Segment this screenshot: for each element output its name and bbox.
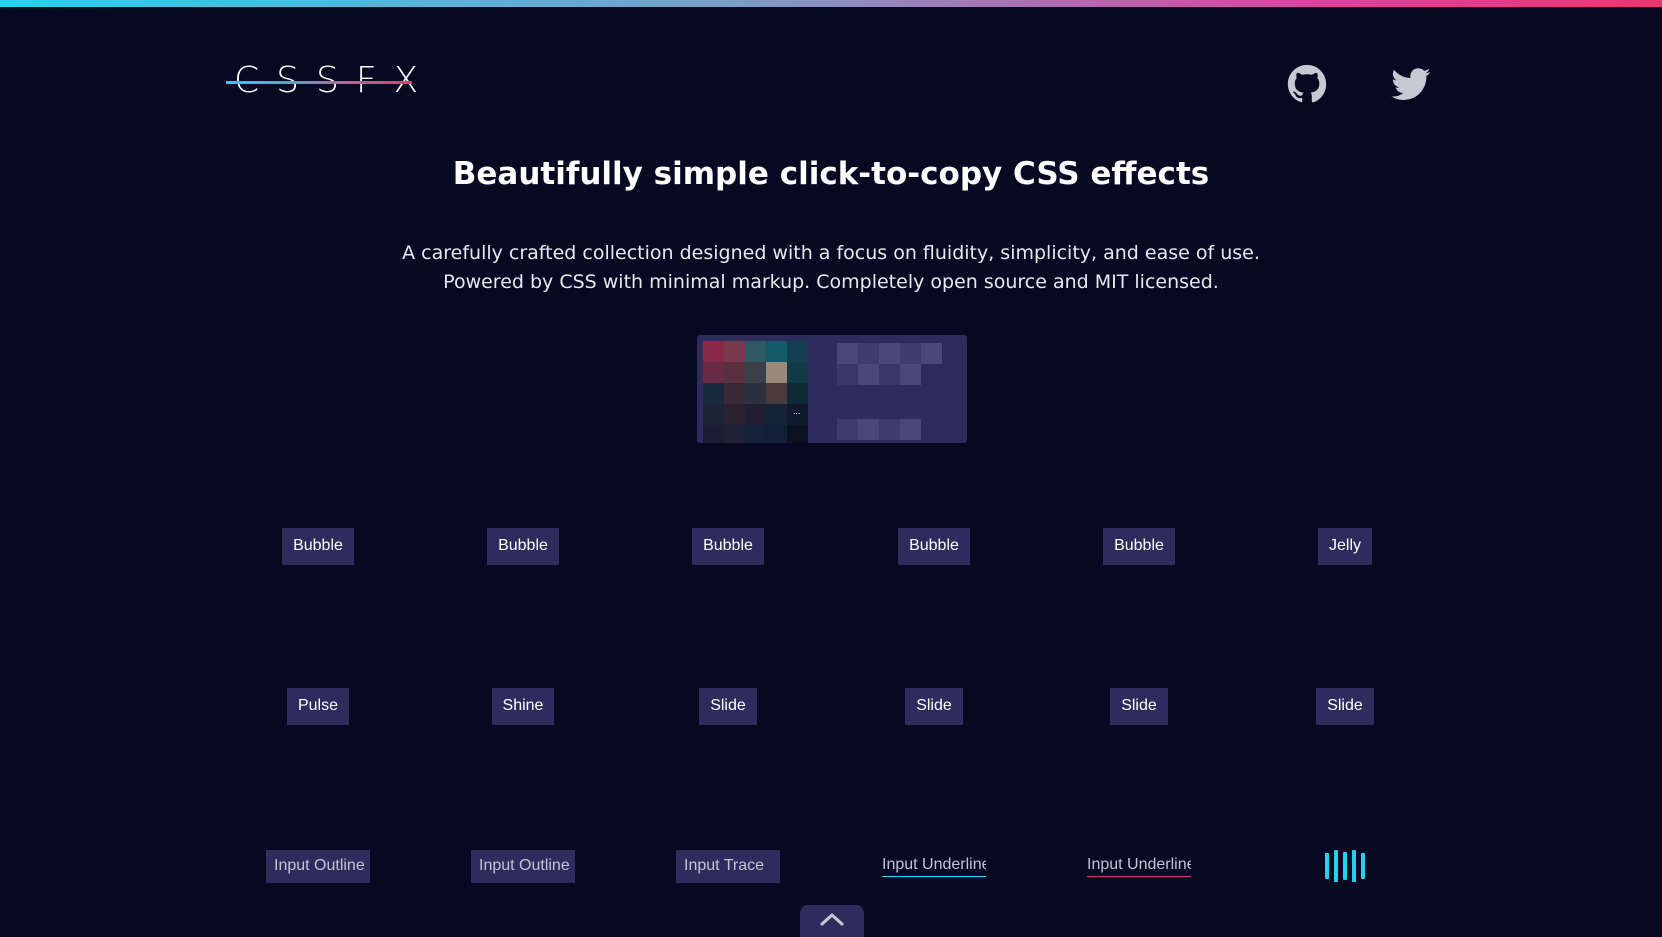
ad-pixel: [787, 362, 808, 383]
chevron-up-icon: [820, 913, 844, 926]
input-outline-field[interactable]: Input Outline: [266, 849, 370, 883]
ad-pixel: [745, 383, 766, 404]
ad-pixel: [900, 364, 921, 385]
logo-strike-line: [226, 81, 412, 84]
pulse-button[interactable]: Pulse: [286, 687, 350, 725]
jelly-button[interactable]: Jelly: [1317, 527, 1372, 565]
ad-pixel: [766, 425, 787, 443]
input-outline-field[interactable]: Input Outline: [471, 849, 575, 883]
ad-pixel: [703, 362, 724, 383]
ad-pixel: [879, 419, 900, 440]
effect-bubble-4: Bubble: [834, 516, 1034, 576]
ad-pixel: [837, 419, 858, 440]
effect-input-underline-2: Input Underline: [1039, 836, 1239, 896]
ad-pixel: [766, 383, 787, 404]
bubble-button[interactable]: Bubble: [692, 527, 764, 565]
page-title: Beautifully simple click-to-copy CSS eff…: [452, 156, 1210, 192]
shine-button[interactable]: Shine: [491, 687, 555, 725]
logo[interactable]: CSSFX: [226, 60, 418, 102]
effect-slide-1: Slide: [628, 676, 828, 736]
scroll-to-top-button[interactable]: [800, 905, 864, 937]
ad-pixel: [745, 341, 766, 362]
ad-pixel: [879, 364, 900, 385]
github-icon: [1287, 64, 1327, 103]
github-link[interactable]: [1287, 64, 1327, 104]
bars-loader-icon: [1325, 850, 1365, 882]
subtitle-line-1: A carefully crafted collection designed …: [402, 242, 1260, 264]
ad-pixel: [858, 343, 879, 364]
bubble-button[interactable]: Bubble: [898, 527, 970, 565]
bubble-button[interactable]: Bubble: [487, 527, 559, 565]
loader-bar: [1343, 852, 1347, 880]
loader-bar: [1352, 850, 1356, 882]
slide-button[interactable]: Slide: [699, 687, 757, 725]
top-gradient-bar: [0, 0, 1662, 7]
ad-pixel: [900, 343, 921, 364]
loader-bar: [1334, 850, 1338, 882]
slide-button[interactable]: Slide: [905, 687, 963, 725]
slide-button[interactable]: Slide: [1110, 687, 1168, 725]
effect-pulse: Pulse: [218, 676, 418, 736]
ad-pixel: [766, 404, 787, 425]
ad-pixel: [745, 404, 766, 425]
ad-pixel: [858, 419, 879, 440]
ad-pixel: [837, 364, 858, 385]
ad-pixel: [787, 383, 808, 404]
loader-bar: [1325, 853, 1329, 879]
effect-input-outline-1: Input Outline: [218, 836, 418, 896]
ad-pixel: [724, 341, 745, 362]
ad-pixel: [724, 425, 745, 443]
ad-pixel: [858, 364, 879, 385]
twitter-icon: [1391, 68, 1431, 100]
effect-bubble-2: Bubble: [423, 516, 623, 576]
effect-bubble-1: Bubble: [218, 516, 418, 576]
bubble-button[interactable]: Bubble: [282, 527, 354, 565]
loader-bar: [1361, 853, 1365, 879]
ad-pixel: [703, 404, 724, 425]
effect-bubble-5: Bubble: [1039, 516, 1239, 576]
ad-pixel: [787, 341, 808, 362]
effect-slide-3: Slide: [1039, 676, 1239, 736]
ad-pixel: [724, 383, 745, 404]
ad-pixel: [766, 362, 787, 383]
effect-jelly: Jelly: [1245, 516, 1445, 576]
subtitle-line-2: Powered by CSS with minimal markup. Comp…: [443, 271, 1219, 293]
ad-pixel: [703, 425, 724, 443]
ad-pixel: [745, 362, 766, 383]
slide-button[interactable]: Slide: [1316, 687, 1374, 725]
ad-pixel: [879, 343, 900, 364]
input-underline-field[interactable]: Input Underline: [882, 856, 986, 877]
ad-pixel: [837, 343, 858, 364]
effect-loader[interactable]: [1245, 836, 1445, 896]
effect-bubble-3: Bubble: [628, 516, 828, 576]
effect-slide-2: Slide: [834, 676, 1034, 736]
effect-input-trace: Input Trace: [628, 836, 828, 896]
ad-pixel: [703, 341, 724, 362]
ad-label: ...: [793, 406, 801, 416]
twitter-link[interactable]: [1391, 64, 1431, 104]
input-underline-field[interactable]: Input Underline: [1087, 856, 1191, 877]
input-trace-field[interactable]: Input Trace: [676, 849, 780, 883]
ad-pixel: [766, 341, 787, 362]
effect-slide-4: Slide: [1245, 676, 1445, 736]
bubble-button[interactable]: Bubble: [1103, 527, 1175, 565]
ad-pixel: [900, 419, 921, 440]
ad-pixel: [703, 383, 724, 404]
effect-input-outline-2: Input Outline: [423, 836, 623, 896]
ad-pixel: [745, 425, 766, 443]
sponsor-ad[interactable]: ...: [697, 335, 967, 443]
effect-shine: Shine: [423, 676, 623, 736]
ad-pixel: [787, 425, 808, 443]
page-subtitle: A carefully crafted collection designed …: [0, 239, 1662, 297]
effect-input-underline-1: Input Underline: [834, 836, 1034, 896]
ad-pixel: [724, 362, 745, 383]
ad-pixel: [724, 404, 745, 425]
ad-pixel: [921, 343, 942, 364]
